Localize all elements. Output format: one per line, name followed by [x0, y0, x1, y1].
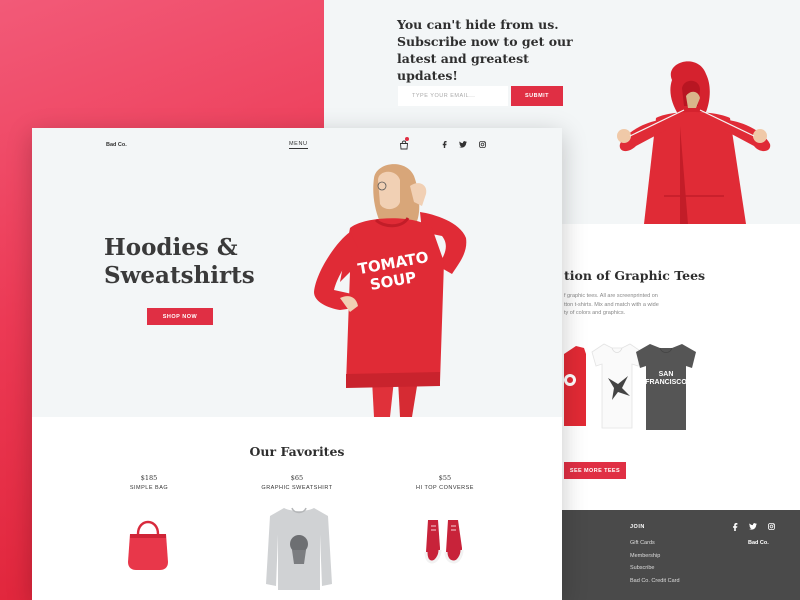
favorites-title: Our Favorites	[249, 444, 345, 459]
product-name: SIMPLE BAG	[129, 485, 169, 491]
subscribe-heading-line: Subscribe now to get our	[397, 34, 573, 49]
footer-link-membership[interactable]: Membership	[630, 553, 680, 566]
subscribe-heading: You can't hide from us. Subscribe now to…	[397, 16, 587, 84]
cart-notification-dot	[405, 137, 409, 141]
hero-title-line: Sweatshirts	[104, 262, 255, 289]
red-bag-image	[128, 520, 168, 570]
header-social-icons	[442, 141, 486, 148]
hero-section: Bad Co. MENU Hoodies & Sweatshirts SHOP …	[32, 128, 562, 417]
footer-link-subscribe[interactable]: Subscribe	[630, 565, 680, 578]
sweatshirt-model-image: TOMATO SOUP	[314, 164, 467, 417]
instagram-icon[interactable]	[479, 141, 486, 148]
red-hoodie-model-image	[617, 61, 771, 224]
brand-logo[interactable]: Bad Co.	[106, 142, 127, 148]
hero-title-line: Hoodies &	[104, 234, 238, 261]
tees-title: tion of Graphic Tees	[564, 268, 706, 283]
tees-description-line: tton t-shirts. Mix and match with a wide	[564, 301, 659, 308]
facebook-icon[interactable]	[442, 141, 447, 148]
menu-link[interactable]: MENU	[289, 141, 308, 149]
footer-social-icons	[732, 523, 775, 531]
gray-sweatshirt-image	[266, 507, 332, 590]
product-price: $185	[140, 474, 158, 482]
product-card-hi-top-converse[interactable]: $55 HI TOP CONVERSE	[380, 474, 510, 491]
facebook-icon[interactable]	[732, 523, 738, 531]
hero-title: Hoodies & Sweatshirts	[104, 234, 274, 290]
footer-brand: Bad Co.	[748, 540, 769, 546]
footer-links: Gift Cards Membership Subscribe Bad Co. …	[630, 540, 680, 590]
product-card-graphic-sweatshirt[interactable]: $65 GRAPHIC SWEATSHIRT	[232, 474, 362, 491]
tee-print-text: SAN	[659, 371, 674, 378]
tees-description-line: ty of colors and graphics.	[564, 310, 626, 316]
footer-join-heading: JOIN	[630, 524, 645, 530]
red-sneakers-image	[424, 520, 464, 564]
product-card-simple-bag[interactable]: $185 SIMPLE BAG	[84, 474, 214, 491]
tees-description-line: f graphic tees. All are screenprinted on	[564, 293, 658, 299]
footer-link-credit-card[interactable]: Bad Co. Credit Card	[630, 578, 680, 591]
subscribe-heading-line: You can't hide from us.	[397, 17, 559, 32]
subscribe-heading-line: latest and greatest updates!	[397, 51, 529, 83]
product-name: HI TOP CONVERSE	[416, 485, 474, 491]
see-more-tees-button[interactable]: SEE MORE TEES	[564, 462, 626, 479]
twitter-icon[interactable]	[749, 523, 757, 530]
footer-link-gift-cards[interactable]: Gift Cards	[630, 540, 680, 553]
email-input[interactable]	[398, 86, 508, 106]
product-price: $65	[290, 474, 304, 482]
instagram-icon[interactable]	[768, 523, 775, 530]
tee-print-text: FRANCISCO	[645, 379, 687, 386]
product-price: $55	[438, 474, 452, 482]
graphic-tees-image: SAN FRANCISCO	[564, 343, 696, 430]
tees-description: f graphic tees. All are screenprinted on…	[564, 292, 684, 318]
product-name: GRAPHIC SWEATSHIRT	[261, 485, 333, 491]
twitter-icon[interactable]	[459, 141, 467, 148]
shopping-bag-icon[interactable]	[399, 140, 409, 150]
shop-now-button[interactable]: SHOP NOW	[147, 308, 213, 325]
front-page: Bad Co. MENU Hoodies & Sweatshirts SHOP …	[32, 128, 562, 600]
submit-button[interactable]: SUBMIT	[511, 86, 563, 106]
